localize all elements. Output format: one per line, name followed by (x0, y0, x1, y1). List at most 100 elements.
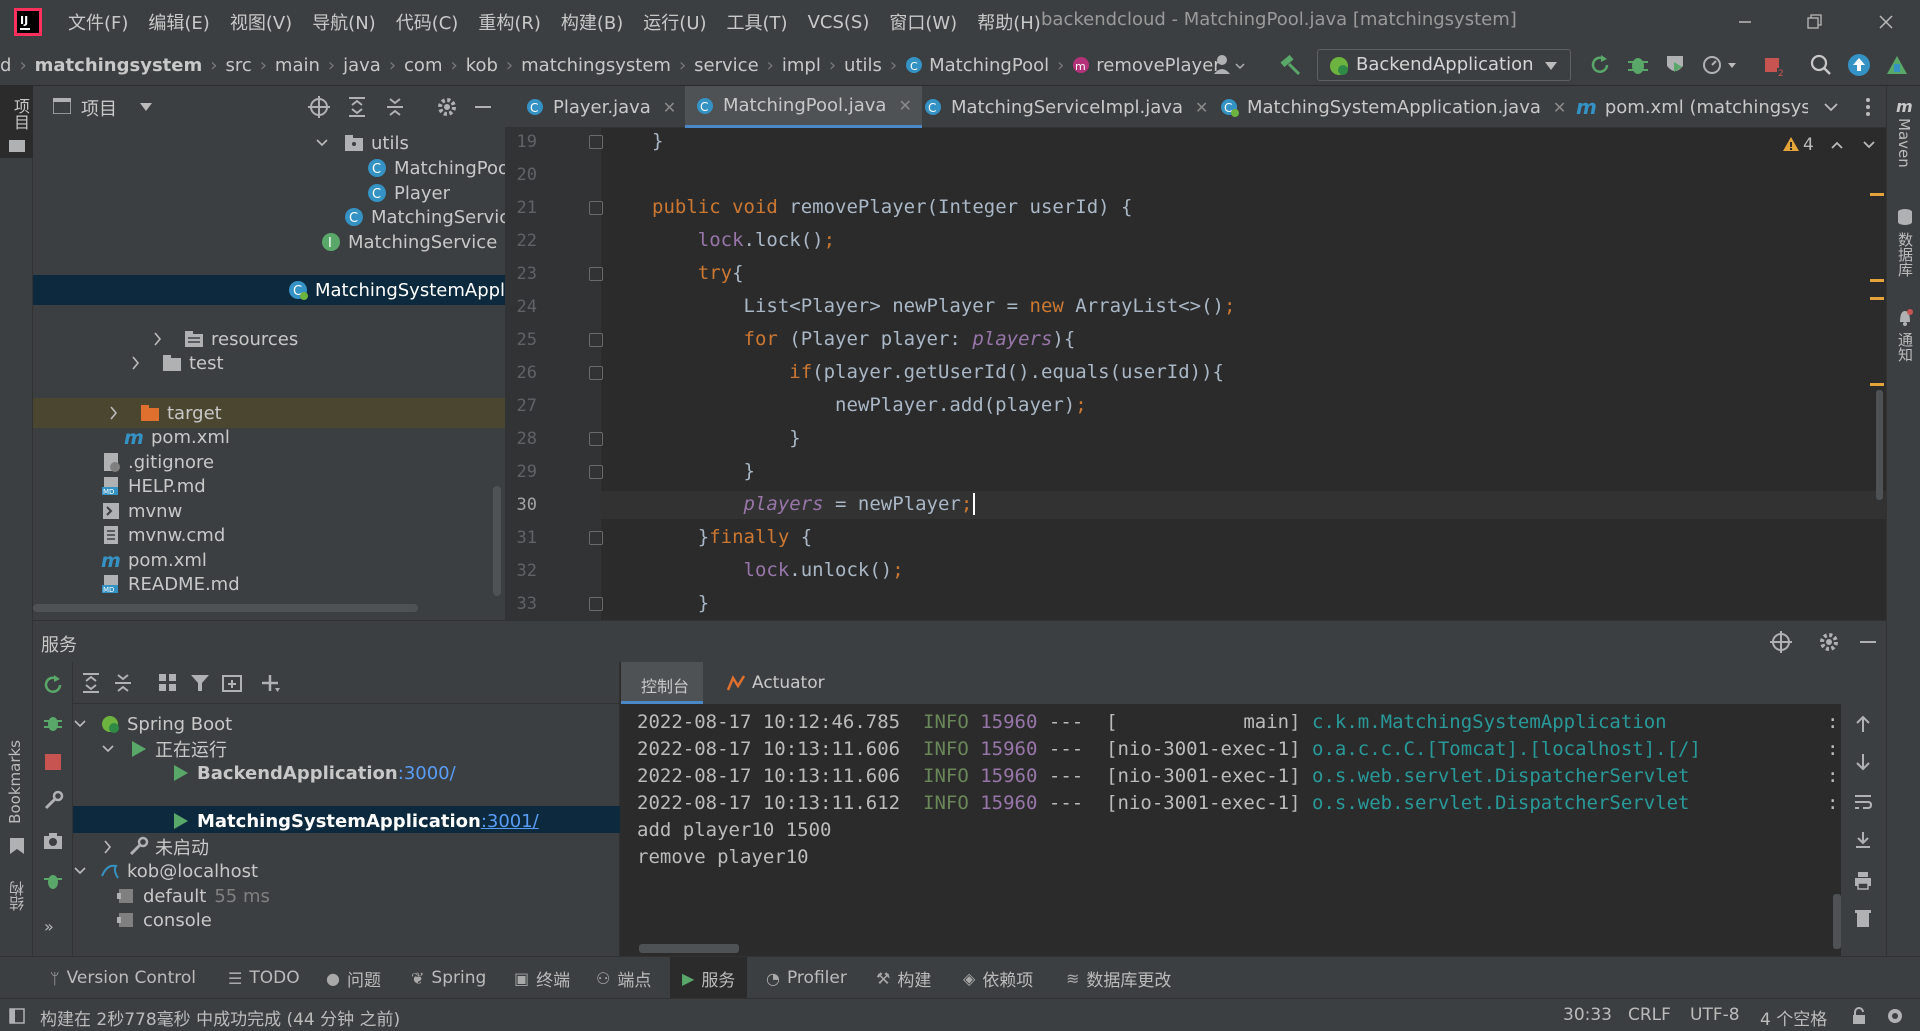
debug-attach-icon[interactable] (42, 870, 64, 892)
tool-problems[interactable]: ● 问题 (326, 957, 381, 999)
run-config-select[interactable]: BackendApplication (1317, 49, 1571, 81)
fold-marker[interactable] (589, 267, 603, 281)
structure-tool-button[interactable]: 结构 (6, 881, 27, 911)
fold-marker[interactable] (589, 135, 603, 149)
tool-todo[interactable]: ☰ TODO (228, 957, 300, 999)
gear-icon[interactable] (1818, 631, 1840, 653)
tab-actuator[interactable]: Actuator (726, 662, 825, 704)
database-tool-button[interactable]: 数据库 (1895, 232, 1916, 277)
print-icon[interactable] (1853, 870, 1873, 890)
debug-icon[interactable] (42, 712, 64, 734)
tab-matchingpool-java[interactable]: C MatchingPool.java ✕ (685, 86, 922, 128)
crumb[interactable]: main (275, 55, 320, 76)
console-output[interactable]: 2022-08-17 10:12:46.785 INFO 15960 --- [… (621, 704, 1841, 956)
tab-list-chevron-icon[interactable] (1823, 102, 1839, 114)
restore-icon[interactable] (1800, 8, 1828, 36)
tool-build[interactable]: ⚒ 构建 (876, 957, 931, 999)
project-horizontal-scrollbar[interactable] (33, 604, 418, 612)
warning-stripe-mark[interactable] (1870, 279, 1884, 282)
fold-marker[interactable] (589, 366, 603, 380)
menu-edit[interactable]: 编辑(E) (148, 9, 209, 35)
menu-view[interactable]: 视图(V) (230, 9, 292, 35)
project-view-title[interactable]: 项目 (81, 95, 117, 121)
menu-vcs[interactable]: VCS(S) (808, 12, 870, 33)
menu-code[interactable]: 代码(C) (396, 9, 459, 35)
add-service-icon[interactable] (259, 672, 281, 694)
tool-spring[interactable]: ❦ Spring (411, 957, 486, 999)
menu-build[interactable]: 构建(B) (561, 9, 623, 35)
tool-terminal[interactable]: ▣ 终端 (514, 957, 570, 999)
tree-item-matchingservice[interactable]: I MatchingService (320, 227, 497, 257)
crumb[interactable]: matchingsystem (521, 55, 671, 76)
tool-version-control[interactable]: ᛘ Version Control (50, 957, 196, 999)
fold-marker[interactable] (589, 201, 603, 215)
log-logger[interactable]: o.s.web.servlet.DispatcherServlet (1312, 765, 1690, 787)
group-by-icon[interactable] (157, 672, 179, 694)
service-node-backend-application[interactable]: BackendApplication :3000/ (169, 758, 456, 788)
service-node-db-console[interactable]: console (115, 905, 212, 935)
camera-icon[interactable] (42, 830, 64, 852)
tool-dependencies[interactable]: ◈ 依赖项 (963, 957, 1033, 999)
warning-icon[interactable] (1782, 136, 1800, 152)
hide-panel-icon[interactable] (475, 106, 491, 108)
soft-wrap-icon[interactable] (1853, 792, 1873, 812)
menu-tools[interactable]: 工具(T) (727, 9, 788, 35)
tab-matchingserviceimpl-java[interactable]: C MatchingServiceImpl.java ✕ (915, 86, 1216, 128)
menu-window[interactable]: 窗口(W) (889, 9, 957, 35)
crumb[interactable]: java (343, 55, 381, 76)
log-logger[interactable]: o.a.c.c.C.[Tomcat].[localhost].[/] (1312, 738, 1701, 760)
next-highlight-icon[interactable] (1862, 140, 1876, 150)
warning-stripe-mark[interactable] (1870, 193, 1884, 196)
user-icon[interactable] (1212, 52, 1246, 78)
log-logger[interactable]: o.s.web.servlet.DispatcherServlet (1312, 792, 1690, 814)
tree-item-matchingsystemapplication[interactable]: C MatchingSystemAppli (287, 275, 510, 305)
hide-panel-icon[interactable] (1860, 641, 1876, 643)
locate-icon[interactable] (1770, 631, 1792, 653)
tab-console[interactable]: 控制台 (621, 662, 703, 704)
fold-marker[interactable] (589, 597, 603, 611)
notifications-tool-button[interactable]: 通知 (1895, 332, 1916, 362)
caret-position[interactable]: 30:33 (1563, 1005, 1612, 1025)
fold-marker[interactable] (589, 333, 603, 347)
crumb[interactable]: kob (466, 55, 498, 76)
search-icon[interactable] (1808, 52, 1834, 78)
locate-icon[interactable] (308, 96, 330, 118)
plugin-icon[interactable] (1884, 52, 1910, 78)
crumb-project[interactable]: matchingsystem (35, 55, 203, 76)
tab-pom-xml[interactable]: m pom.xml (matchingsyst (1568, 86, 1808, 128)
wrench-icon[interactable] (42, 790, 64, 812)
debug-icon[interactable] (1625, 52, 1651, 78)
chevron-down-icon[interactable] (139, 102, 153, 112)
crumb[interactable]: impl (782, 55, 821, 76)
project-tool-button[interactable]: 项目 (0, 86, 33, 158)
build-hammer-icon[interactable] (1277, 52, 1303, 78)
menu-run[interactable]: 运行(U) (643, 9, 706, 35)
rerun-icon[interactable] (1587, 52, 1613, 78)
toggle-tool-windows-icon[interactable] (9, 1008, 25, 1024)
clear-all-icon[interactable] (1853, 908, 1873, 928)
crumb[interactable]: com (404, 55, 442, 76)
menu-help[interactable]: 帮助(H) (977, 9, 1041, 35)
stop-icon[interactable]: 2 (1760, 52, 1786, 78)
tool-database-changes[interactable]: ≋ 数据库更改 (1066, 957, 1171, 999)
project-vertical-scrollbar[interactable] (493, 486, 501, 596)
console-vertical-scrollbar[interactable] (1833, 894, 1841, 949)
expand-all-icon[interactable] (81, 672, 101, 694)
scroll-up-icon[interactable] (1853, 714, 1873, 734)
close-tab-icon[interactable]: ✕ (1195, 98, 1208, 117)
status-message[interactable]: 构建在 2秒778毫秒 中成功完成 (44 分钟 之前) (40, 1005, 400, 1030)
collapse-all-icon[interactable] (113, 672, 133, 694)
tab-matchingsystemapplication-java[interactable]: C MatchingSystemApplication.java ✕ (1211, 86, 1574, 128)
memory-indicator-icon[interactable] (1885, 1006, 1907, 1026)
menu-navigate[interactable]: 导航(N) (312, 9, 376, 35)
minimize-icon[interactable] (1731, 8, 1759, 36)
service-node-matching-system-application[interactable]: MatchingSystemApplication :3001/ (169, 806, 539, 836)
close-window-icon[interactable] (1872, 8, 1900, 36)
crumb[interactable]: src (225, 55, 251, 76)
tool-profiler[interactable]: ◔ Profiler (766, 957, 847, 999)
crumb[interactable]: utils (844, 55, 882, 76)
previous-highlight-icon[interactable] (1830, 140, 1844, 150)
file-encoding[interactable]: UTF-8 (1690, 1005, 1740, 1025)
menu-file[interactable]: 文件(F) (68, 9, 128, 35)
gear-icon[interactable] (436, 96, 458, 118)
